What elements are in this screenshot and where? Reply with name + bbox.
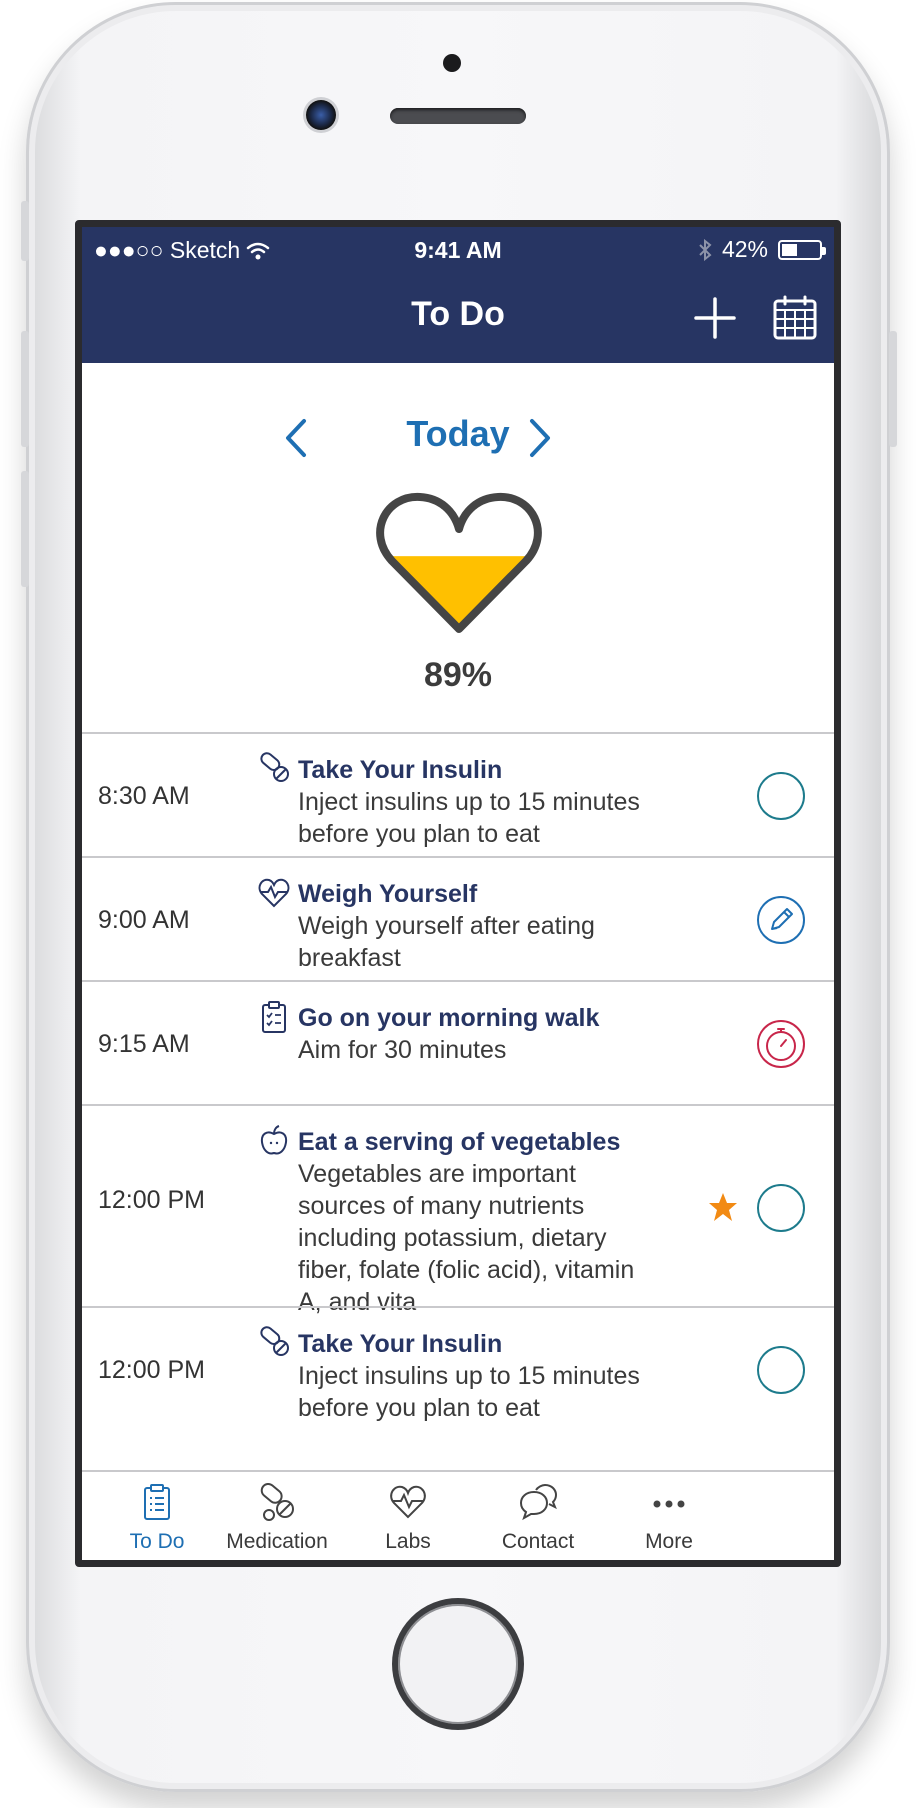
- tab-more[interactable]: More: [594, 1472, 744, 1560]
- battery-level: [782, 243, 797, 256]
- tab-label: Medication: [226, 1530, 328, 1553]
- tab-label: More: [645, 1530, 693, 1553]
- task-title: Take Your Insulin: [298, 756, 503, 784]
- task-description: Weigh yourself after eating breakfast: [298, 912, 595, 972]
- volume-down-button: [21, 471, 29, 587]
- plus-icon[interactable]: [690, 293, 740, 343]
- task-title: Eat a serving of vegetables: [298, 1128, 621, 1156]
- progress-heart-icon: [376, 492, 542, 633]
- task-description: Inject insulins up to 15 minutes before …: [298, 1362, 640, 1422]
- battery-percent: 42%: [721, 236, 768, 262]
- app-header: ●●●○○ Sketch 9:41 AM 42% To Do: [82, 227, 834, 363]
- task-row[interactable]: 9:15 AM Go on your morning walk Aim for …: [82, 980, 834, 1104]
- task-time: 9:00 AM: [98, 906, 190, 934]
- status-bar: ●●●○○ Sketch 9:41 AM 42%: [82, 227, 834, 265]
- more-dots-icon: [653, 1500, 685, 1508]
- task-title: Take Your Insulin: [298, 1330, 503, 1358]
- task-title: Go on your morning walk: [298, 1004, 600, 1032]
- power-button: [889, 331, 897, 447]
- task-row[interactable]: 9:00 AM Weigh Yourself Weigh yourself af…: [82, 856, 834, 980]
- task-description: Inject insulins up to 15 minutes before …: [298, 788, 640, 848]
- complete-checkbox[interactable]: [757, 1184, 805, 1232]
- task-time: 8:30 AM: [98, 782, 190, 810]
- silent-switch: [21, 201, 29, 261]
- earpiece-speaker: [390, 108, 526, 124]
- complete-checkbox[interactable]: [757, 772, 805, 820]
- pills-icon: [260, 1326, 289, 1356]
- volume-up-button: [21, 331, 29, 447]
- date-label: Today: [406, 413, 510, 454]
- tab-label: Labs: [385, 1530, 431, 1553]
- task-time: 9:15 AM: [98, 1030, 190, 1058]
- app-screen: ●●●○○ Sketch 9:41 AM 42% To Do Today 89%…: [75, 220, 841, 1567]
- task-time: 12:00 PM: [98, 1186, 206, 1214]
- bluetooth-icon: [699, 238, 712, 261]
- task-row[interactable]: 12:00 PM Eat a serving of vegetables Veg…: [82, 1104, 834, 1316]
- clipboard-icon: [262, 1001, 286, 1033]
- complete-checkbox[interactable]: [757, 1346, 805, 1394]
- task-row[interactable]: 8:30 AM Take Your Insulin Inject insulin…: [82, 732, 834, 856]
- clipboard-icon: [144, 1484, 170, 1520]
- pills-icon: [260, 752, 289, 782]
- proximity-sensor: [443, 54, 461, 72]
- task-description: Vegetables are important sources of many…: [298, 1160, 635, 1316]
- task-title: Weigh Yourself: [298, 880, 478, 908]
- tab-contact[interactable]: Contact: [463, 1472, 613, 1560]
- battery-icon: [778, 239, 826, 260]
- front-camera: [306, 100, 336, 130]
- tab-bar: To Do Medication Labs Contact More: [82, 1470, 834, 1560]
- tab-labs[interactable]: Labs: [333, 1472, 483, 1560]
- calendar-icon[interactable]: [771, 294, 819, 342]
- chevron-right-icon[interactable]: [518, 415, 558, 461]
- status-right: 42%: [698, 236, 826, 263]
- chat-bubbles-icon: [519, 1483, 558, 1521]
- tab-medication[interactable]: Medication: [202, 1472, 352, 1560]
- home-button[interactable]: [392, 1598, 524, 1730]
- heart-pulse-icon: [258, 878, 290, 908]
- pen-icon[interactable]: [755, 894, 807, 946]
- apple-icon: [260, 1125, 288, 1155]
- task-row[interactable]: 12:00 PM Take Your Insulin Inject insuli…: [82, 1306, 834, 1430]
- task-description: Aim for 30 minutes: [298, 1036, 507, 1064]
- progress-percent: 89%: [423, 656, 493, 694]
- star-icon[interactable]: [706, 1190, 740, 1224]
- stopwatch-icon[interactable]: [755, 1018, 807, 1070]
- tab-label: Contact: [501, 1530, 575, 1553]
- heart-pulse-icon: [390, 1485, 426, 1519]
- task-time: 12:00 PM: [98, 1356, 206, 1384]
- pills-icon: [260, 1482, 294, 1521]
